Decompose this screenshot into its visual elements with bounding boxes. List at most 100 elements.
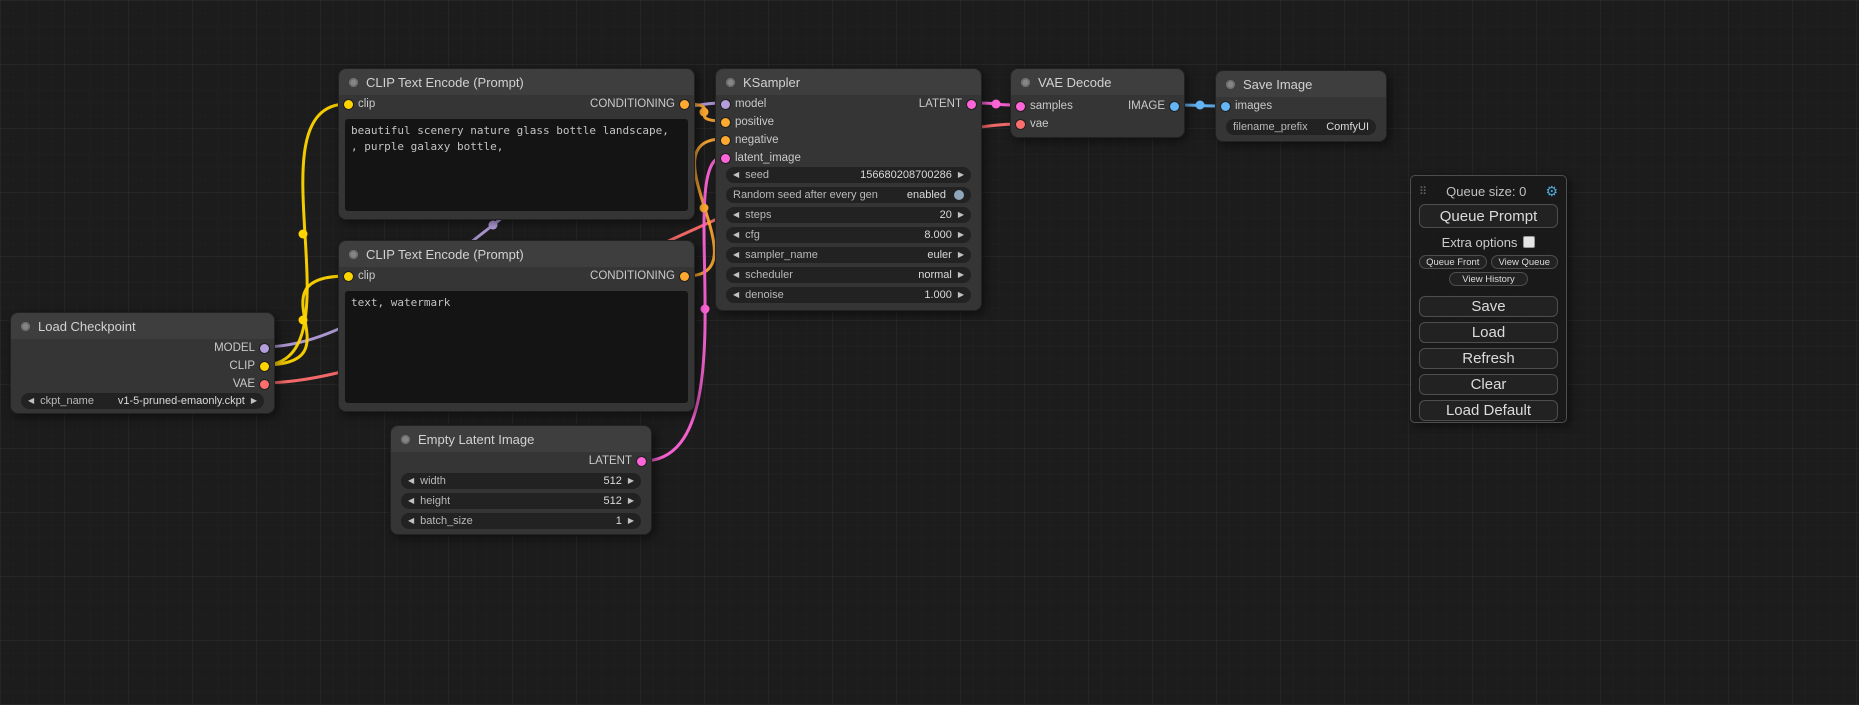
view-queue-button[interactable]: View Queue [1491, 255, 1559, 269]
widget-random-seed-toggle[interactable]: Random seed after every gen enabled [726, 187, 971, 203]
node-clip-text-encode-positive[interactable]: CLIP Text Encode (Prompt) clip CONDITION… [338, 68, 695, 220]
decrement-arrow-icon[interactable]: ◀ [733, 271, 739, 279]
widget-seed[interactable]: ◀ seed 156680208700286 ▶ [726, 167, 971, 183]
widget-label: ckpt_name [40, 395, 94, 407]
queue-panel-header: ⠿ Queue size: 0 ⚙ [1419, 180, 1558, 202]
image-output-slot[interactable] [1170, 102, 1179, 111]
collapse-dot-icon[interactable] [349, 250, 358, 259]
latent-output-slot[interactable] [637, 457, 646, 466]
slot-row: clip CONDITIONING [339, 95, 694, 113]
decrement-arrow-icon[interactable]: ◀ [733, 251, 739, 259]
node-canvas[interactable]: Load Checkpoint MODEL CLIP VAE ◀ ckpt_na… [0, 0, 1859, 705]
load-default-button[interactable]: Load Default [1419, 400, 1558, 421]
queue-size-label: Queue size: 0 [1427, 184, 1545, 199]
widget-ckpt-name[interactable]: ◀ ckpt_name v1-5-pruned-emaonly.ckpt ▶ [21, 393, 264, 409]
negative-input-slot[interactable] [721, 136, 730, 145]
queue-prompt-button[interactable]: Queue Prompt [1419, 204, 1558, 228]
node-title-bar[interactable]: KSampler [716, 69, 981, 95]
decrement-arrow-icon[interactable]: ◀ [408, 517, 414, 525]
drag-handle-icon[interactable]: ⠿ [1419, 185, 1427, 198]
model-input-slot[interactable] [721, 100, 730, 109]
increment-arrow-icon[interactable]: ▶ [628, 497, 634, 505]
slot-row: clip CONDITIONING [339, 267, 694, 285]
latent-output-slot[interactable] [967, 100, 976, 109]
decrement-arrow-icon[interactable]: ◀ [408, 497, 414, 505]
increment-arrow-icon[interactable]: ▶ [958, 171, 964, 179]
decrement-arrow-icon[interactable]: ◀ [733, 211, 739, 219]
increment-arrow-icon[interactable]: ▶ [958, 231, 964, 239]
increment-arrow-icon[interactable]: ▶ [958, 291, 964, 299]
model-output-slot[interactable] [260, 344, 269, 353]
node-vae-decode[interactable]: VAE Decode samples IMAGE vae [1010, 68, 1185, 138]
decrement-arrow-icon[interactable]: ◀ [733, 291, 739, 299]
settings-gear-icon[interactable]: ⚙ [1545, 183, 1558, 200]
conditioning-output-slot[interactable] [680, 100, 689, 109]
clip-input-slot[interactable] [344, 272, 353, 281]
extra-options-checkbox[interactable] [1523, 236, 1535, 248]
view-history-button[interactable]: View History [1449, 272, 1528, 286]
node-title-bar[interactable]: CLIP Text Encode (Prompt) [339, 241, 694, 267]
wire-midpoint-dot [992, 100, 1001, 109]
widget-steps[interactable]: ◀ steps 20 ▶ [726, 207, 971, 223]
increment-arrow-icon[interactable]: ▶ [958, 251, 964, 259]
increment-arrow-icon[interactable]: ▶ [251, 397, 257, 405]
conditioning-output-slot[interactable] [680, 272, 689, 281]
vae-output-slot[interactable] [260, 380, 269, 389]
widget-height[interactable]: ◀ height 512 ▶ [401, 493, 641, 509]
widget-value: euler [927, 249, 951, 261]
increment-arrow-icon[interactable]: ▶ [958, 211, 964, 219]
widget-denoise[interactable]: ◀ denoise 1.000 ▶ [726, 287, 971, 303]
latent-image-input-slot[interactable] [721, 154, 730, 163]
node-clip-text-encode-negative[interactable]: CLIP Text Encode (Prompt) clip CONDITION… [338, 240, 695, 412]
collapse-dot-icon[interactable] [1021, 78, 1030, 87]
decrement-arrow-icon[interactable]: ◀ [408, 477, 414, 485]
slot-row: vae [1011, 115, 1184, 133]
node-save-image[interactable]: Save Image images filename_prefix ComfyU… [1215, 70, 1387, 142]
collapse-dot-icon[interactable] [726, 78, 735, 87]
widget-scheduler[interactable]: ◀ scheduler normal ▶ [726, 267, 971, 283]
clip-output-slot[interactable] [260, 362, 269, 371]
increment-arrow-icon[interactable]: ▶ [958, 271, 964, 279]
slot-row: positive [716, 113, 981, 131]
node-title-bar[interactable]: Load Checkpoint [11, 313, 274, 339]
node-title-bar[interactable]: CLIP Text Encode (Prompt) [339, 69, 694, 95]
vae-input-slot[interactable] [1016, 120, 1025, 129]
widget-label: width [420, 475, 446, 487]
node-load-checkpoint[interactable]: Load Checkpoint MODEL CLIP VAE ◀ ckpt_na… [10, 312, 275, 414]
widget-cfg[interactable]: ◀ cfg 8.000 ▶ [726, 227, 971, 243]
toggle-dot-icon [954, 190, 964, 200]
collapse-dot-icon[interactable] [1226, 80, 1235, 89]
node-ksampler[interactable]: KSampler model LATENT positive negative … [715, 68, 982, 311]
widget-width[interactable]: ◀ width 512 ▶ [401, 473, 641, 489]
increment-arrow-icon[interactable]: ▶ [628, 477, 634, 485]
widget-label: batch_size [420, 515, 473, 527]
widget-label: seed [745, 169, 769, 181]
clip-input-slot[interactable] [344, 100, 353, 109]
collapse-dot-icon[interactable] [349, 78, 358, 87]
node-empty-latent-image[interactable]: Empty Latent Image LATENT ◀ width 512 ▶ … [390, 425, 652, 535]
node-title-bar[interactable]: VAE Decode [1011, 69, 1184, 95]
widget-label: denoise [745, 289, 784, 301]
images-input-slot[interactable] [1221, 102, 1230, 111]
collapse-dot-icon[interactable] [21, 322, 30, 331]
node-title-bar[interactable]: Empty Latent Image [391, 426, 651, 452]
widget-sampler-name[interactable]: ◀ sampler_name euler ▶ [726, 247, 971, 263]
positive-input-slot[interactable] [721, 118, 730, 127]
negative-prompt-textarea[interactable]: text, watermark [345, 291, 688, 403]
collapse-dot-icon[interactable] [401, 435, 410, 444]
widget-batch-size[interactable]: ◀ batch_size 1 ▶ [401, 513, 641, 529]
save-button[interactable]: Save [1419, 296, 1558, 317]
widget-label: cfg [745, 229, 760, 241]
increment-arrow-icon[interactable]: ▶ [628, 517, 634, 525]
decrement-arrow-icon[interactable]: ◀ [733, 171, 739, 179]
decrement-arrow-icon[interactable]: ◀ [733, 231, 739, 239]
load-button[interactable]: Load [1419, 322, 1558, 343]
refresh-button[interactable]: Refresh [1419, 348, 1558, 369]
samples-input-slot[interactable] [1016, 102, 1025, 111]
decrement-arrow-icon[interactable]: ◀ [28, 397, 34, 405]
queue-front-button[interactable]: Queue Front [1419, 255, 1487, 269]
node-title-bar[interactable]: Save Image [1216, 71, 1386, 97]
widget-filename-prefix[interactable]: filename_prefix ComfyUI [1226, 119, 1376, 135]
positive-prompt-textarea[interactable]: beautiful scenery nature glass bottle la… [345, 119, 688, 211]
clear-button[interactable]: Clear [1419, 374, 1558, 395]
